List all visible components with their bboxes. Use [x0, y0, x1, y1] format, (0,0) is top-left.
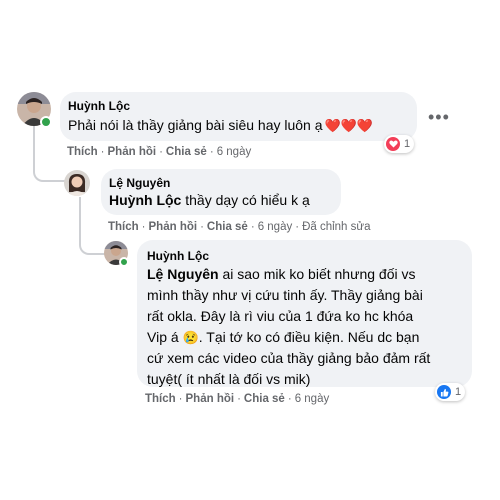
comment-bubble: Huỳnh Lộc Phải nói là thầy giảng bài siê… — [60, 92, 417, 141]
mention-link[interactable]: Huỳnh Lộc — [109, 192, 181, 208]
avatar[interactable] — [64, 170, 90, 196]
reaction-count: 1 — [404, 138, 411, 150]
comment-line: Lệ Nguyên ai sao mik ko biết nhưng đối v… — [147, 266, 416, 282]
comment-author[interactable]: Lệ Nguyên — [109, 176, 170, 190]
mention-link[interactable]: Lệ Nguyên — [147, 266, 219, 282]
comment-line: cứ xem các video của thầy giảng bảo đảm … — [147, 350, 431, 366]
online-status-dot — [119, 257, 129, 267]
heart-emoji: ❤️❤️❤️ — [324, 118, 374, 133]
comment-line: Vip á 😢. Tại tớ ko có điều kiện. Nếu dc … — [147, 329, 420, 345]
comment-line: mình thầy như vị cứu tinh ấy. Thầy giảng… — [147, 287, 423, 303]
share-button[interactable]: Chia sẻ — [207, 221, 248, 233]
comment-actions: Thích · Phản hồi · Chia sẻ · 6 ngày · Đã chỉnh s… — [108, 221, 371, 233]
thread-line-level2 — [79, 197, 105, 255]
share-button[interactable]: Chia sẻ — [244, 393, 285, 405]
reply-button[interactable]: Phản hồi — [149, 221, 198, 233]
like-icon — [437, 385, 451, 399]
comment-actions: Thích · Phản hồi · Chia sẻ · 6 ngày — [67, 146, 252, 158]
reaction-count: 1 — [455, 386, 462, 398]
reaction-badge[interactable]: 1 — [435, 383, 466, 401]
comment-body: thầy dạy có hiểu k ạ — [181, 192, 310, 208]
comment-line: tuyệt( ít nhất là đối vs mik) — [147, 371, 311, 387]
like-button[interactable]: Thích — [145, 393, 176, 405]
comment-author[interactable]: Huỳnh Lộc — [68, 99, 130, 113]
comment-text: Huỳnh Lộc thầy dạy có hiểu k ạ — [109, 190, 310, 211]
like-button[interactable]: Thích — [67, 146, 98, 158]
reply-button[interactable]: Phản hồi — [186, 393, 235, 405]
share-button[interactable]: Chia sẻ — [166, 146, 207, 158]
reply-button[interactable]: Phản hồi — [108, 146, 157, 158]
crying-emoji: 😢 — [182, 330, 199, 345]
comment-actions: Thích · Phản hồi · Chia sẻ · 6 ngày — [145, 393, 330, 405]
more-options-icon[interactable]: ••• — [428, 108, 450, 126]
comment-bubble: Huỳnh Lộc Lệ Nguyên ai sao mik ko biết n… — [137, 240, 472, 387]
comment-text: Phải nói là thầy giảng bài siêu hay luôn… — [68, 115, 373, 136]
love-icon — [386, 137, 400, 151]
edited-label[interactable]: Đã chỉnh sửa — [302, 221, 370, 233]
comment-body: Phải nói là thầy giảng bài siêu hay luôn… — [68, 117, 323, 133]
comment-line: rất okla. Đây là rì viu của 1 đứa ko hc … — [147, 308, 414, 324]
reaction-badge[interactable]: 1 — [384, 135, 415, 153]
comment-bubble: Lệ Nguyên Huỳnh Lộc thầy dạy có hiểu k ạ — [101, 169, 341, 215]
timestamp[interactable]: 6 ngày — [295, 393, 330, 405]
thread-line-level1 — [33, 126, 65, 182]
comment-author[interactable]: Huỳnh Lộc — [147, 249, 209, 263]
timestamp[interactable]: 6 ngày — [258, 221, 293, 233]
online-status-dot — [40, 116, 52, 128]
user-avatar-icon — [64, 170, 90, 196]
timestamp[interactable]: 6 ngày — [217, 146, 252, 158]
comment-text: Lệ Nguyên ai sao mik ko biết nhưng đối v… — [147, 264, 467, 390]
like-button[interactable]: Thích — [108, 221, 139, 233]
